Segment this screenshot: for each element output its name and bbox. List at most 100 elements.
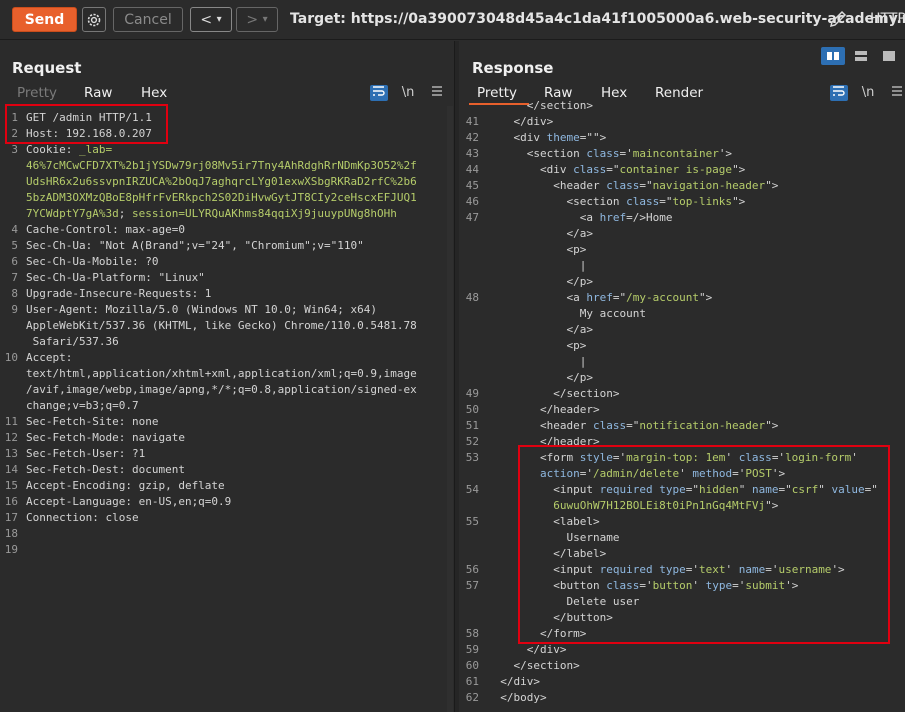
- code-token: =": [612, 291, 627, 304]
- code-line: </p>: [487, 371, 593, 384]
- layout-side-by-side-icon[interactable]: [821, 47, 845, 65]
- line-number: 5: [11, 239, 18, 252]
- code-token: Accept-Language: en-US,en;q=0.9: [26, 495, 232, 508]
- code-line: Sec-Fetch-Mode: navigate: [26, 431, 185, 444]
- code-token: 46%7cMCwCFD7XT%2b1jYSDw79rj08Mv5ir7Tny4A…: [26, 159, 417, 172]
- code-token: '>: [718, 147, 733, 160]
- back-button[interactable]: < ▾: [190, 7, 232, 32]
- wrap-lines-icon[interactable]: [370, 85, 388, 101]
- response-pane: Response Pretty Raw Hex Render \n </sect…: [459, 41, 905, 712]
- menu-icon[interactable]: [888, 85, 905, 101]
- code-line: User-Agent: Mozilla/5.0 (Windows NT 10.0…: [26, 303, 377, 316]
- code-token: UdsHR6x2u6ssvpnIRZUCA%2bOqJ7aghqrcLYg01e…: [26, 175, 417, 188]
- code-token: =/>Home: [626, 211, 673, 224]
- code-line: Sec-Ch-Ua-Mobile: ?0: [26, 255, 158, 268]
- code-line: <header class="notification-header">: [487, 419, 778, 432]
- line-number: 50: [465, 403, 479, 416]
- line-number: 46: [465, 195, 479, 208]
- code-token: Cookie: [26, 143, 66, 156]
- send-button[interactable]: Send: [12, 7, 77, 32]
- code-line: 46%7cMCwCFD7XT%2b1jYSDw79rj08Mv5ir7Tny4A…: [26, 159, 417, 172]
- code-token: <header: [487, 419, 593, 432]
- tab-raw[interactable]: Raw: [84, 85, 112, 101]
- forward-button[interactable]: > ▾: [236, 7, 278, 32]
- tab-hex[interactable]: Hex: [601, 85, 627, 101]
- layout-single-icon[interactable]: [877, 47, 901, 65]
- line-number: 54: [465, 483, 479, 496]
- code-line: change;v=b3;q=0.7: [26, 399, 139, 412]
- code-line: </a>: [487, 323, 593, 336]
- line-number: 58: [465, 627, 479, 640]
- code-token: :: [65, 143, 79, 156]
- forward-arrow-icon: >: [246, 11, 259, 28]
- code-token: /my-account: [626, 291, 699, 304]
- code-token: </header>: [487, 403, 600, 416]
- code-token: </section>: [487, 659, 580, 672]
- line-number: 18: [4, 527, 18, 540]
- line-number: 47: [465, 211, 479, 224]
- code-line: <p>: [487, 339, 586, 352]
- code-token: Cache-Control: max-age=0: [26, 223, 185, 236]
- line-number: 60: [465, 659, 479, 672]
- request-scrollbar[interactable]: [447, 106, 453, 712]
- code-line: Accept-Language: en-US,en;q=0.9: [26, 495, 231, 508]
- request-editor[interactable]: 1 GET /admin HTTP/1.1 2 Host: 192.168.0.207…: [0, 106, 454, 712]
- menu-icon[interactable]: [428, 85, 446, 101]
- code-token: </section>: [487, 99, 593, 112]
- newline-toggle-icon[interactable]: \n: [859, 85, 877, 101]
- code-token: <a: [487, 211, 600, 224]
- code-line: </p>: [487, 275, 593, 288]
- cancel-button[interactable]: Cancel: [113, 7, 183, 32]
- code-token: |: [487, 355, 587, 368]
- gear-icon[interactable]: [82, 7, 106, 32]
- layout-stacked-icon[interactable]: [849, 47, 873, 65]
- code-token: =": [659, 195, 673, 208]
- code-token: :: [65, 351, 73, 364]
- code-line: Sec-Ch-Ua: "Not A(Brand";v="24", "Chromi…: [26, 239, 364, 252]
- request-title: Request: [12, 59, 82, 77]
- line-number: 61: [465, 675, 479, 688]
- code-token: Sec-Ch-Ua-Mobile: ?0: [26, 255, 159, 268]
- code-line: <div theme="">: [487, 131, 606, 144]
- http-protocol-label[interactable]: HTTP: [870, 11, 905, 27]
- request-pane: Request Pretty Raw Hex \n 1 GET /admin HT…: [0, 41, 455, 712]
- code-token: <div: [487, 163, 574, 176]
- tab-render[interactable]: Render: [655, 85, 703, 101]
- forward-dropdown-icon[interactable]: ▾: [263, 14, 268, 25]
- code-token: top-links: [672, 195, 733, 208]
- back-dropdown-icon[interactable]: ▾: [217, 14, 222, 25]
- top-toolbar: Send Cancel < ▾ > ▾ Target: https://0a39…: [0, 0, 905, 40]
- line-number: 10: [4, 351, 18, 364]
- code-line: Sec-Fetch-Site: none: [26, 415, 158, 428]
- line-number: 9: [11, 303, 18, 316]
- code-line: AppleWebKit/537.36 (KHTML, like Gecko) C…: [26, 319, 417, 332]
- code-line: |: [487, 355, 587, 368]
- code-line: Sec-Fetch-User: ?1: [26, 447, 145, 460]
- tab-hex[interactable]: Hex: [141, 85, 167, 101]
- line-number: 52: [465, 435, 479, 448]
- edit-target-icon[interactable]: [828, 9, 848, 29]
- code-line: 5bzADM3OXMzQBoE8pHfrFvERkpch2S02DiHvwGyt…: [26, 191, 417, 204]
- code-token: class: [592, 419, 627, 432]
- line-number: 16: [4, 495, 18, 508]
- code-line: <header class="navigation-header">: [487, 179, 778, 192]
- code-token: AppleWebKit/537.36 (KHTML, like Gecko) C…: [26, 319, 417, 332]
- wrap-lines-icon[interactable]: [830, 85, 848, 101]
- code-token: 5bzADM3OXMzQBoE8pHfrFvERkpch2S02DiHvwGyt…: [26, 191, 417, 204]
- line-number: 12: [4, 431, 18, 444]
- code-line: /avif,image/webp,image/apng,*/*;q=0.8,ap…: [26, 383, 417, 396]
- line-number: 13: [4, 447, 18, 460]
- code-token: <p>: [487, 339, 587, 352]
- code-line: text/html,application/xhtml+xml,applicat…: [26, 367, 417, 380]
- code-token: </body>: [487, 691, 547, 704]
- tab-pretty[interactable]: Pretty: [17, 85, 57, 101]
- code-line: <a href="/my-account">: [487, 291, 712, 304]
- code-line: <section class="top-links">: [487, 195, 745, 208]
- layout-toggle: [821, 47, 901, 67]
- code-token: <div: [487, 131, 547, 144]
- code-token: ">: [765, 419, 779, 432]
- newline-toggle-icon[interactable]: \n: [399, 85, 417, 101]
- code-token: =": [639, 179, 653, 192]
- highlight-box-admin-form: [518, 445, 890, 644]
- line-number: 48: [465, 291, 479, 304]
